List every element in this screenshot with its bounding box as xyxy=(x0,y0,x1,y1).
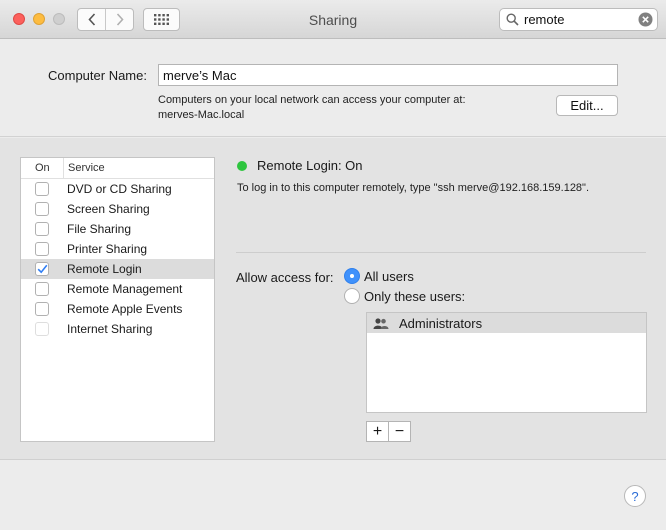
local-hostname: merves-Mac.local xyxy=(158,109,245,121)
ssh-login-info: To log in to this computer remotely, typ… xyxy=(237,182,590,194)
service-status: Remote Login: On xyxy=(257,158,363,173)
service-label: Screen Sharing xyxy=(67,202,150,216)
service-row[interactable]: Printer Sharing xyxy=(21,239,214,259)
service-row[interactable]: Remote Login xyxy=(21,259,214,279)
computer-name-field[interactable] xyxy=(158,64,618,86)
computer-name-panel: Computer Name: Computers on your local n… xyxy=(0,39,666,137)
remove-user-button[interactable]: − xyxy=(388,422,410,441)
user-name: Administrators xyxy=(399,315,483,331)
service-checkbox[interactable] xyxy=(35,302,49,316)
service-checkbox[interactable] xyxy=(35,202,49,216)
checkmark-icon xyxy=(37,264,47,274)
only-these-users-radio[interactable] xyxy=(344,288,360,304)
all-users-option[interactable]: All users xyxy=(344,268,414,284)
service-checkbox xyxy=(35,322,49,336)
service-label: Remote Login xyxy=(67,262,142,276)
edit-button[interactable]: Edit... xyxy=(556,95,618,116)
service-row[interactable]: File Sharing xyxy=(21,219,214,239)
search-field[interactable]: remote xyxy=(499,8,658,31)
service-row[interactable]: DVD or CD Sharing xyxy=(21,179,214,199)
header-service[interactable]: Service xyxy=(64,162,105,174)
service-row[interactable]: Internet Sharing xyxy=(21,319,214,339)
allow-access-label: Allow access for: xyxy=(236,270,334,285)
add-user-button[interactable]: + xyxy=(367,422,388,441)
network-info-text: Computers on your local network can acce… xyxy=(158,94,466,106)
help-button[interactable]: ? xyxy=(624,485,646,507)
service-list-header: On Service xyxy=(21,158,214,179)
service-label: Remote Apple Events xyxy=(67,302,183,316)
service-row[interactable]: Screen Sharing xyxy=(21,199,214,219)
service-checkbox[interactable] xyxy=(35,282,49,296)
service-rows: DVD or CD Sharing Screen Sharing File Shar… xyxy=(21,179,214,339)
divider xyxy=(236,252,646,253)
computer-name-label: Computer Name: xyxy=(48,68,147,83)
service-checkbox[interactable] xyxy=(35,262,49,276)
list-item[interactable]: Administrators xyxy=(367,313,646,333)
all-users-radio[interactable] xyxy=(344,268,360,284)
service-row[interactable]: Remote Management xyxy=(21,279,214,299)
search-input[interactable]: remote xyxy=(524,12,564,27)
title-bar: Sharing remote xyxy=(0,0,666,39)
service-list: On Service DVD or CD Sharing Screen Shari… xyxy=(20,157,215,442)
service-checkbox[interactable] xyxy=(35,242,49,256)
status-indicator xyxy=(237,161,247,171)
service-checkbox[interactable] xyxy=(35,222,49,236)
allowed-users-list[interactable]: Administrators xyxy=(366,312,647,413)
sharing-main-panel: On Service DVD or CD Sharing Screen Shari… xyxy=(0,138,666,460)
service-label: Internet Sharing xyxy=(67,322,153,336)
service-label: DVD or CD Sharing xyxy=(67,182,172,196)
service-label: File Sharing xyxy=(67,222,132,236)
all-users-label: All users xyxy=(364,268,414,284)
only-these-users-option[interactable]: Only these users: xyxy=(344,288,465,304)
service-row[interactable]: Remote Apple Events xyxy=(21,299,214,319)
service-label: Printer Sharing xyxy=(67,242,148,256)
clear-search-icon[interactable] xyxy=(638,12,653,27)
header-on[interactable]: On xyxy=(21,158,64,178)
only-these-users-label: Only these users: xyxy=(364,288,466,304)
add-remove-buttons: + − xyxy=(366,421,411,442)
user-group-icon xyxy=(373,317,389,329)
service-label: Remote Management xyxy=(67,282,183,296)
service-checkbox[interactable] xyxy=(35,182,49,196)
search-icon xyxy=(506,13,519,26)
